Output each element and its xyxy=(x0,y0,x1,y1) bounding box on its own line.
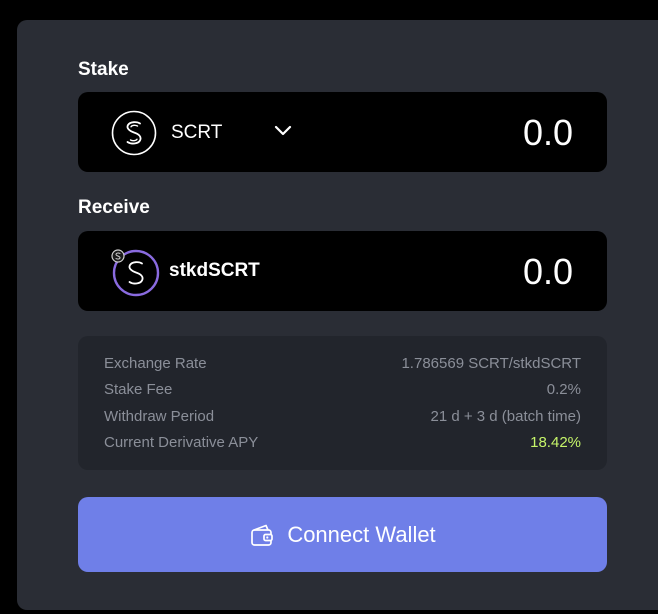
exchange-rate-row: Exchange Rate 1.786569 SCRT/stkdSCRT xyxy=(104,355,581,377)
receive-token-box: stkdSCRT xyxy=(78,231,607,311)
stake-label: Stake xyxy=(78,59,129,80)
stake-fee-label: Stake Fee xyxy=(104,381,173,398)
receive-token-name: stkdSCRT xyxy=(169,260,260,281)
connect-wallet-button[interactable]: Connect Wallet xyxy=(78,497,607,572)
apy-value: 18.42% xyxy=(530,434,581,451)
stake-token-box: SCRT xyxy=(78,92,607,172)
stake-amount-input[interactable] xyxy=(373,112,573,154)
receive-amount-field xyxy=(373,251,573,293)
secret-logo-icon xyxy=(111,110,157,156)
apy-row: Current Derivative APY 18.42% xyxy=(104,434,581,456)
staking-info-box: Exchange Rate 1.786569 SCRT/stkdSCRT Sta… xyxy=(78,336,607,470)
exchange-rate-label: Exchange Rate xyxy=(104,355,207,372)
exchange-rate-value: 1.786569 SCRT/stkdSCRT xyxy=(401,355,581,372)
receive-label: Receive xyxy=(78,197,150,218)
withdraw-period-value: 21 d + 3 d (batch time) xyxy=(430,408,582,425)
chevron-down-icon[interactable] xyxy=(274,124,292,138)
connect-wallet-button-content: Connect Wallet xyxy=(78,497,607,572)
wallet-icon xyxy=(251,524,274,546)
withdraw-period-label: Withdraw Period xyxy=(104,408,215,425)
apy-label: Current Derivative APY xyxy=(104,434,259,451)
stake-fee-row: Stake Fee 0.2% xyxy=(104,381,581,403)
connect-wallet-label: Connect Wallet xyxy=(287,521,436,547)
stake-token-name: SCRT xyxy=(171,122,223,143)
stake-fee-value: 0.2% xyxy=(546,381,581,398)
stkd-secret-logo-icon xyxy=(111,249,160,297)
withdraw-period-row: Withdraw Period 21 d + 3 d (batch time) xyxy=(104,408,581,430)
